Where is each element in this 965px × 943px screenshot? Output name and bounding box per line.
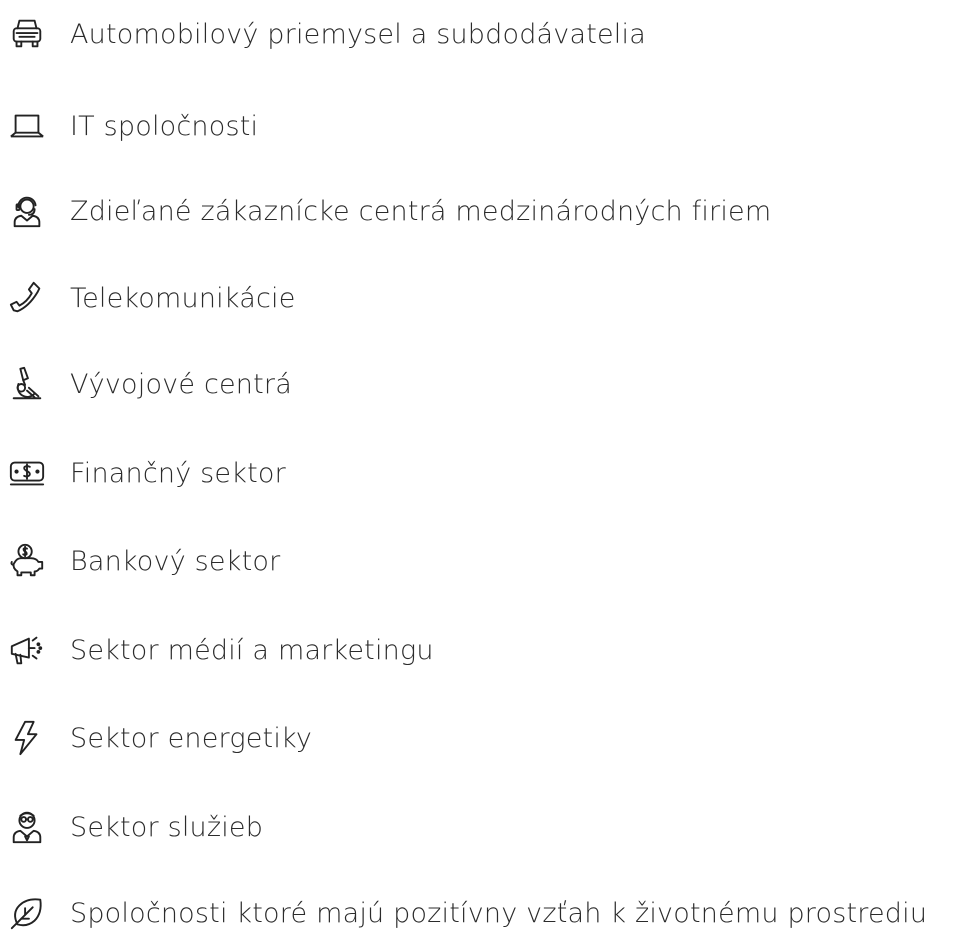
megaphone-icon bbox=[4, 627, 50, 673]
item-label: Finančný sektor bbox=[70, 457, 286, 489]
list-item: Sektor služieb bbox=[0, 797, 263, 857]
list-item: Bankový sektor bbox=[0, 531, 280, 591]
item-label: Bankový sektor bbox=[70, 545, 281, 577]
list-item: Zdieľané zákaznícke centrá medzinárodnýc… bbox=[0, 181, 771, 241]
item-label: Sektor médií a marketingu bbox=[70, 634, 434, 666]
list-item: IT spoločnosti bbox=[0, 96, 258, 156]
item-label: Vývojové centrá bbox=[70, 368, 292, 400]
lightning-icon bbox=[4, 715, 50, 761]
list-item: Sektor médií a marketingu bbox=[0, 620, 434, 680]
item-label: Sektor služieb bbox=[70, 811, 264, 843]
piggy-bank-icon bbox=[4, 538, 50, 584]
eco-leaf-icon bbox=[4, 890, 50, 936]
phone-icon bbox=[4, 275, 50, 321]
list-item: Automobilový priemysel a subdodávatelia bbox=[0, 4, 646, 64]
list-item: Sektor energetiky bbox=[0, 708, 312, 768]
item-label: Sektor energetiky bbox=[70, 722, 313, 754]
item-label: Automobilový priemysel a subdodávatelia bbox=[70, 18, 646, 50]
money-bill-icon bbox=[4, 450, 50, 496]
item-label: Telekomunikácie bbox=[70, 282, 296, 314]
item-label: Spoločnosti ktoré majú pozitívny vzťah k… bbox=[70, 897, 928, 929]
microscope-icon bbox=[4, 361, 50, 407]
list-item: Spoločnosti ktoré majú pozitívny vzťah k… bbox=[0, 883, 927, 943]
laptop-icon bbox=[4, 103, 50, 149]
item-label: Zdieľané zákaznícke centrá medzinárodnýc… bbox=[70, 195, 772, 227]
item-label: IT spoločnosti bbox=[70, 110, 259, 142]
list-item: Finančný sektor bbox=[0, 443, 286, 503]
list-item: Vývojové centrá bbox=[0, 354, 292, 414]
service-agent-icon bbox=[4, 804, 50, 850]
sector-list: Automobilový priemysel a subdodávatelia … bbox=[0, 0, 965, 930]
list-item: Telekomunikácie bbox=[0, 268, 296, 328]
customer-support-icon bbox=[4, 188, 50, 234]
car-icon bbox=[4, 11, 50, 57]
